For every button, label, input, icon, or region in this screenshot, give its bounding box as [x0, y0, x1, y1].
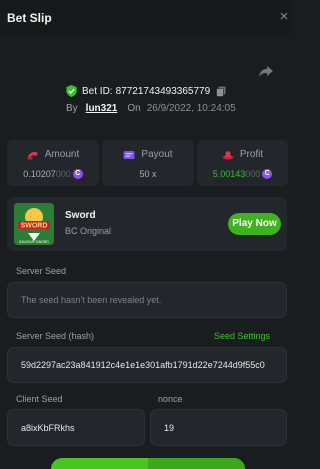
bet-id-value: 87721743493365779 — [115, 85, 211, 97]
amount-value: 0.10207 — [23, 169, 56, 179]
game-thumbnail[interactable]: SWORD SAVIOUR SWORD — [14, 203, 54, 245]
nonce-label: nonce — [158, 394, 183, 404]
amount-icon — [27, 151, 38, 159]
seed-settings-link[interactable]: Seed Settings — [214, 331, 270, 341]
verify-button-shade — [148, 458, 245, 469]
username-link[interactable]: lun321 — [86, 103, 118, 114]
verified-shield-icon — [66, 85, 77, 97]
on-label: On — [127, 102, 141, 114]
by-label: By — [66, 102, 78, 114]
close-icon[interactable]: × — [276, 8, 292, 26]
server-seed-placeholder: The seed hasn't been revealed yet. — [21, 295, 162, 305]
bet-slip-title: Bet Slip — [7, 11, 52, 25]
server-seed-label: Server Seed — [16, 266, 67, 276]
client-seed-label: Client Seed — [16, 394, 63, 404]
nonce-field[interactable]: 19 — [150, 409, 287, 446]
amount-card: Amount 0.10207 000 C — [7, 140, 99, 186]
game-name: Sword — [65, 210, 96, 221]
profit-label: Profit — [239, 149, 264, 160]
play-now-button[interactable]: Play Now — [228, 213, 281, 235]
profit-value-trailing: 000 — [245, 169, 261, 179]
client-seed-field[interactable]: a8ixKbFRkhs — [7, 409, 145, 446]
nonce-value: 19 — [164, 423, 175, 433]
server-seed-hash-label: Server Seed (hash) — [16, 331, 95, 341]
server-seed-field[interactable]: The seed hasn't been revealed yet. — [7, 282, 287, 318]
game-provider: BC Original — [65, 226, 112, 236]
profit-value: 5.00143 — [212, 169, 246, 179]
amount-label: Amount — [44, 149, 80, 160]
share-icon[interactable] — [258, 63, 274, 79]
bet-id-row: Bet ID: 87721743493365779 — [66, 84, 226, 98]
bet-date: 26/9/2022, 10:24:05 — [146, 102, 236, 114]
copy-icon[interactable] — [216, 86, 226, 97]
payout-value: 50 x — [139, 169, 157, 179]
profit-icon — [222, 150, 234, 159]
server-seed-hash-value: 59d2297ac23a841912c4e1e1e301afb1791d22e7… — [21, 360, 265, 370]
payout-icon — [123, 150, 135, 159]
server-seed-hash-field[interactable]: 59d2297ac23a841912c4e1e1e301afb1791d22e7… — [7, 347, 287, 383]
bet-id-label: Bet ID: — [82, 85, 113, 97]
profit-card: Profit 5.00143 000 C — [197, 140, 288, 186]
payout-card: Payout 50 x — [102, 140, 194, 186]
sword-game-logo-icon: SWORD SAVIOUR SWORD — [14, 203, 54, 245]
payout-label: Payout — [141, 149, 173, 160]
bet-slip-header: Bet Slip × — [0, 0, 292, 36]
thumb-sub: SAVIOUR SWORD — [19, 240, 49, 244]
client-seed-value: a8ixKbFRkhs — [21, 423, 75, 433]
amount-value-trailing: 000 — [55, 169, 71, 179]
coin-icon: C — [72, 169, 83, 179]
bet-meta-row: By lun321 On 26/9/2022, 10:24:05 — [66, 101, 236, 115]
coin-icon: C — [262, 169, 273, 179]
thumb-word: SWORD — [21, 223, 48, 230]
